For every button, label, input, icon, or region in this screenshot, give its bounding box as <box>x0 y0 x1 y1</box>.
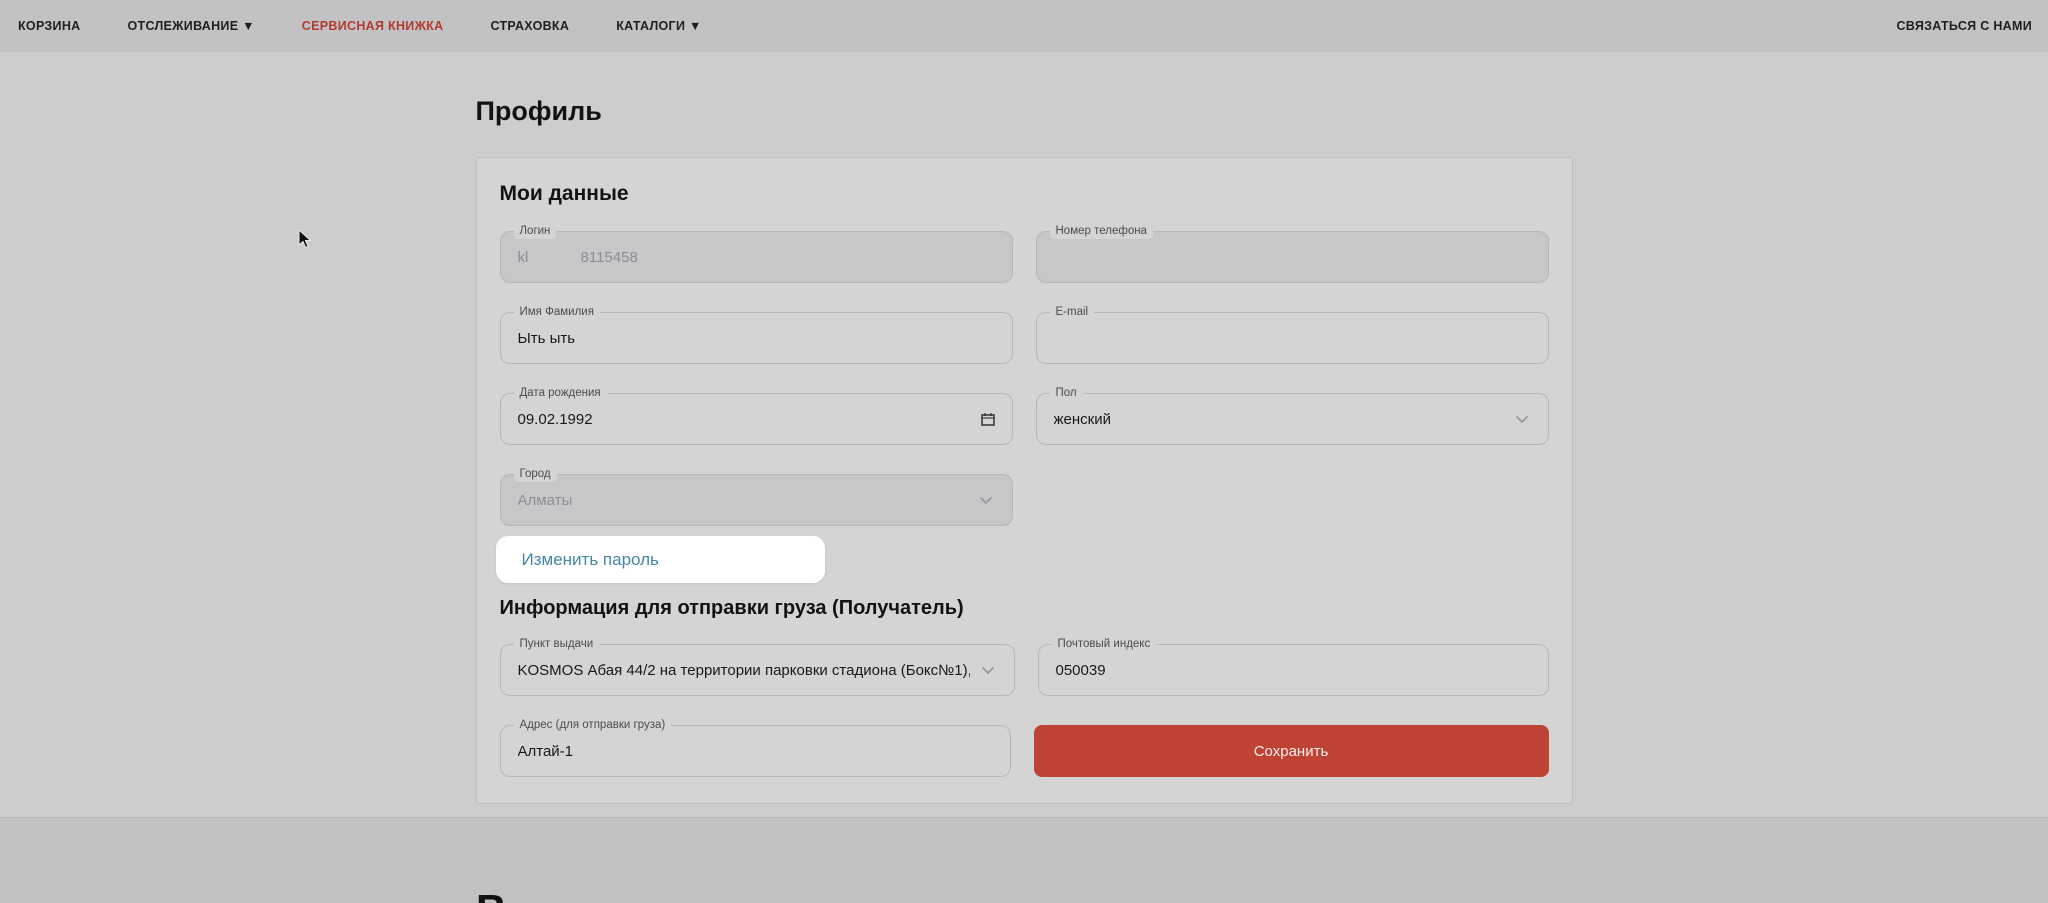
gender-label: Пол <box>1050 386 1083 401</box>
phone-field: Номер телефона <box>1036 231 1549 283</box>
city-select: Город Алматы <box>500 474 1013 526</box>
birthdate-label: Дата рождения <box>514 386 607 401</box>
main-area: Профиль Мои данные Логин kl 8115458 <box>0 52 2048 817</box>
gender-select[interactable]: Пол женский <box>1036 393 1549 445</box>
nav-menu: КОРЗИНА ОТСЛЕЖИВАНИЕ ▼ СЕРВИСНАЯ КНИЖКА … <box>18 19 702 33</box>
pickup-point-select[interactable]: Пункт выдачи KOSMOS Абая 44/2 на террито… <box>500 644 1015 696</box>
postcode-field[interactable]: Почтовый индекс 050039 <box>1038 644 1549 696</box>
address-value: Алтай-1 <box>518 743 574 760</box>
address-field[interactable]: Адрес (для отправки груза) Алтай-1 <box>500 725 1011 777</box>
phone-label: Номер телефона <box>1050 224 1153 239</box>
profile-form: Логин kl 8115458 Номер телефона <box>500 231 1549 777</box>
nav-item-insurance[interactable]: СТРАХОВКА <box>490 19 569 33</box>
calendar-icon[interactable] <box>980 411 996 427</box>
name-value: Ыть ыть <box>518 330 576 347</box>
profile-card: Мои данные Логин kl 8115458 Номер телефо… <box>476 157 1573 804</box>
page-title: Профиль <box>476 52 1573 127</box>
nav-item-catalogs[interactable]: КАТАЛОГИ ▼ <box>616 19 701 33</box>
gender-value: женский <box>1054 411 1111 428</box>
footer-partial-heading: В <box>476 887 506 903</box>
chevron-down-icon <box>978 492 994 508</box>
top-navbar: КОРЗИНА ОТСЛЕЖИВАНИЕ ▼ СЕРВИСНАЯ КНИЖКА … <box>0 0 2048 52</box>
name-field[interactable]: Имя Фамилия Ыть ыть <box>500 312 1013 364</box>
my-data-heading: Мои данные <box>500 182 1549 206</box>
postcode-value: 050039 <box>1056 662 1106 679</box>
birthdate-field[interactable]: Дата рождения 09.02.1992 <box>500 393 1013 445</box>
save-button[interactable]: Сохранить <box>1034 725 1549 777</box>
email-label: E-mail <box>1050 305 1095 320</box>
email-field[interactable]: E-mail <box>1036 312 1549 364</box>
login-label: Логин <box>514 224 557 239</box>
city-value: Алматы <box>518 492 573 509</box>
login-field: Логин kl 8115458 <box>500 231 1013 283</box>
nav-item-contact-us[interactable]: СВЯЗАТЬСЯ С НАМИ <box>1896 19 2032 33</box>
login-prefix: kl <box>518 249 581 266</box>
chevron-down-icon <box>1514 411 1530 427</box>
login-value: 8115458 <box>581 249 638 266</box>
footer-section: В <box>0 817 2048 903</box>
pickup-point-label: Пункт выдачи <box>514 637 600 652</box>
postcode-label: Почтовый индекс <box>1052 637 1157 652</box>
birthdate-value: 09.02.1992 <box>518 411 593 428</box>
pickup-point-value: KOSMOS Абая 44/2 на территории парковки … <box>518 662 970 679</box>
nav-item-tracking[interactable]: ОТСЛЕЖИВАНИЕ ▼ <box>128 19 255 33</box>
city-label: Город <box>514 467 557 482</box>
name-label: Имя Фамилия <box>514 305 600 320</box>
chevron-down-icon <box>980 662 996 678</box>
shipping-heading: Информация для отправки груза (Получател… <box>500 597 1549 620</box>
change-password-button[interactable]: Изменить пароль <box>496 536 825 583</box>
address-label: Адрес (для отправки груза) <box>514 718 672 733</box>
nav-item-cart[interactable]: КОРЗИНА <box>18 19 81 33</box>
nav-item-service-book[interactable]: СЕРВИСНАЯ КНИЖКА <box>302 19 444 33</box>
